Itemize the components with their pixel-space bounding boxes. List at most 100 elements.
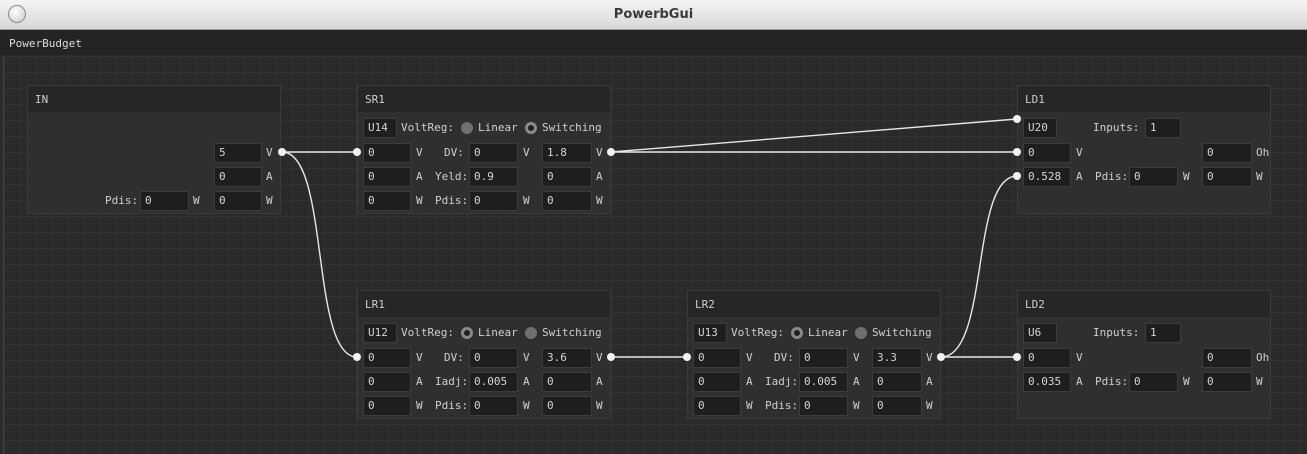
lr1-in-current-field[interactable]: 0	[363, 372, 411, 392]
lr1-iadj-field[interactable]: 0.005	[469, 372, 518, 392]
ld1-inputs-label: Inputs:	[1093, 121, 1140, 134]
lr1-output-port[interactable]	[607, 353, 615, 361]
node-sr1[interactable]: SR1 U14 VoltReg: Linear Switching 0 V 0 …	[357, 85, 611, 214]
lr1-dv-field[interactable]: 0	[469, 348, 518, 368]
lr2-iadj-unit: A	[853, 375, 860, 388]
lr2-linear-label[interactable]: Linear	[808, 326, 848, 340]
ld1-input-port-2[interactable]	[1013, 148, 1021, 156]
ld1-resistance-unit: Oh	[1256, 146, 1270, 159]
ld1-voltage-field[interactable]: 0	[1023, 143, 1071, 163]
node-in[interactable]: IN 5 V 0 A Pdis: 0 W 0 W	[27, 85, 281, 214]
lr1-switching-radio[interactable]	[525, 327, 537, 339]
lr1-linear-radio[interactable]	[461, 327, 473, 339]
lr2-output-port[interactable]	[937, 353, 945, 361]
sr1-switching-radio[interactable]	[525, 122, 537, 134]
lr1-out-voltage-field[interactable]: 3.6	[542, 348, 592, 368]
lr2-linear-radio[interactable]	[791, 327, 803, 339]
lr1-in-power-field[interactable]: 0	[363, 396, 411, 416]
in-voltage-field[interactable]: 5	[214, 143, 262, 163]
sr1-in-voltage-field[interactable]: 0	[363, 143, 411, 163]
lr2-dv-label: DV:	[774, 351, 794, 364]
node-in-title: IN	[35, 93, 49, 106]
sr1-dv-field[interactable]: 0	[469, 143, 518, 163]
sr1-input-port[interactable]	[353, 148, 361, 156]
lr1-input-port[interactable]	[353, 353, 361, 361]
ld2-power-field[interactable]: 0	[1202, 372, 1252, 392]
in-output-port[interactable]	[278, 148, 286, 156]
node-ld2[interactable]: LD2 U6 Inputs: 1 0 V 0 Oh 0.035 A Pdis: …	[1017, 290, 1271, 419]
sr1-pdis-unit: W	[523, 194, 530, 207]
sr1-linear-radio[interactable]	[461, 122, 473, 134]
node-lr2[interactable]: LR2 U13 VoltReg: Linear Switching 0 V 0 …	[687, 290, 941, 419]
sr1-id-field[interactable]: U14	[363, 118, 397, 138]
lr1-out-current-field[interactable]: 0	[542, 372, 592, 392]
sr1-out-voltage-field[interactable]: 1.8	[542, 143, 592, 163]
sr1-in-power-field[interactable]: 0	[363, 191, 411, 211]
ld1-current-field[interactable]: 0.528	[1023, 167, 1071, 187]
lr1-switching-label[interactable]: Switching	[542, 326, 602, 340]
ld2-id-field[interactable]: U6	[1023, 323, 1057, 343]
lr1-id-field[interactable]: U12	[363, 323, 397, 343]
menu-powerbudget[interactable]: PowerBudget	[9, 37, 82, 50]
ld1-id-field[interactable]: U20	[1023, 118, 1057, 138]
ld2-current-unit: A	[1076, 375, 1083, 388]
lr2-in-power-field[interactable]: 0	[693, 396, 741, 416]
node-sr1-header[interactable]: SR1	[358, 86, 610, 112]
lr2-out-current-unit: A	[926, 375, 933, 388]
node-ld1[interactable]: LD1 U20 Inputs: 1 0 V 0 Oh 0.528 A Pdis:…	[1017, 85, 1271, 214]
node-lr2-header[interactable]: LR2	[688, 291, 940, 317]
ld2-voltage-field[interactable]: 0	[1023, 348, 1071, 368]
lr2-input-port[interactable]	[683, 353, 691, 361]
ld2-input-port[interactable]	[1013, 353, 1021, 361]
lr2-in-current-field[interactable]: 0	[693, 372, 741, 392]
lr2-switching-radio[interactable]	[855, 327, 867, 339]
lr1-out-power-field[interactable]: 0	[542, 396, 592, 416]
sr1-in-current-field[interactable]: 0	[363, 167, 411, 187]
in-power-field[interactable]: 0	[214, 191, 262, 211]
node-sr1-title: SR1	[365, 93, 385, 106]
lr2-out-power-field[interactable]: 0	[872, 396, 922, 416]
ld1-resistance-field[interactable]: 0	[1202, 143, 1252, 163]
ld1-inputs-field[interactable]: 1	[1145, 118, 1181, 138]
ld2-inputs-field[interactable]: 1	[1145, 323, 1181, 343]
sr1-output-port[interactable]	[607, 148, 615, 156]
sr1-linear-label[interactable]: Linear	[478, 121, 518, 135]
node-ld1-header[interactable]: LD1	[1018, 86, 1270, 112]
sr1-yeld-field[interactable]: 0.9	[469, 167, 518, 187]
node-ld2-header[interactable]: LD2	[1018, 291, 1270, 317]
lr2-id-field[interactable]: U13	[693, 323, 727, 343]
ld2-resistance-field[interactable]: 0	[1202, 348, 1252, 368]
node-in-header[interactable]: IN	[28, 86, 280, 112]
lr2-switching-label[interactable]: Switching	[872, 326, 932, 340]
node-lr1[interactable]: LR1 U12 VoltReg: Linear Switching 0 V 0 …	[357, 290, 611, 419]
ld1-power-field[interactable]: 0	[1202, 167, 1252, 187]
ld1-pdis-field[interactable]: 0	[1129, 167, 1178, 187]
lr1-in-voltage-field[interactable]: 0	[363, 348, 411, 368]
lr2-out-voltage-unit: V	[926, 351, 933, 364]
lr2-out-voltage-field[interactable]: 3.3	[872, 348, 922, 368]
lr1-out-current-unit: A	[596, 375, 603, 388]
lr1-pdis-field[interactable]: 0	[469, 396, 518, 416]
in-pdis-field[interactable]: 0	[140, 191, 189, 211]
lr2-in-voltage-unit: V	[746, 351, 753, 364]
sr1-pdis-field[interactable]: 0	[469, 191, 518, 211]
sr1-switching-label[interactable]: Switching	[542, 121, 602, 135]
lr1-iadj-label: Iadj:	[435, 375, 469, 388]
sr1-out-voltage-unit: V	[596, 146, 603, 159]
ld1-input-port-3[interactable]	[1013, 172, 1021, 180]
ld2-pdis-field[interactable]: 0	[1129, 372, 1178, 392]
lr2-pdis-field[interactable]: 0	[799, 396, 848, 416]
in-current-field[interactable]: 0	[214, 167, 262, 187]
lr2-iadj-field[interactable]: 0.005	[799, 372, 848, 392]
lr1-pdis-unit: W	[523, 399, 530, 412]
node-lr1-header[interactable]: LR1	[358, 291, 610, 317]
lr2-dv-field[interactable]: 0	[799, 348, 848, 368]
lr2-out-current-field[interactable]: 0	[872, 372, 922, 392]
lr1-linear-label[interactable]: Linear	[478, 326, 518, 340]
lr2-in-voltage-field[interactable]: 0	[693, 348, 741, 368]
sr1-out-power-field[interactable]: 0	[542, 191, 592, 211]
lr1-dv-label: DV:	[444, 351, 464, 364]
ld1-input-port-1[interactable]	[1013, 115, 1021, 123]
sr1-out-current-field[interactable]: 0	[542, 167, 592, 187]
ld2-current-field[interactable]: 0.035	[1023, 372, 1071, 392]
